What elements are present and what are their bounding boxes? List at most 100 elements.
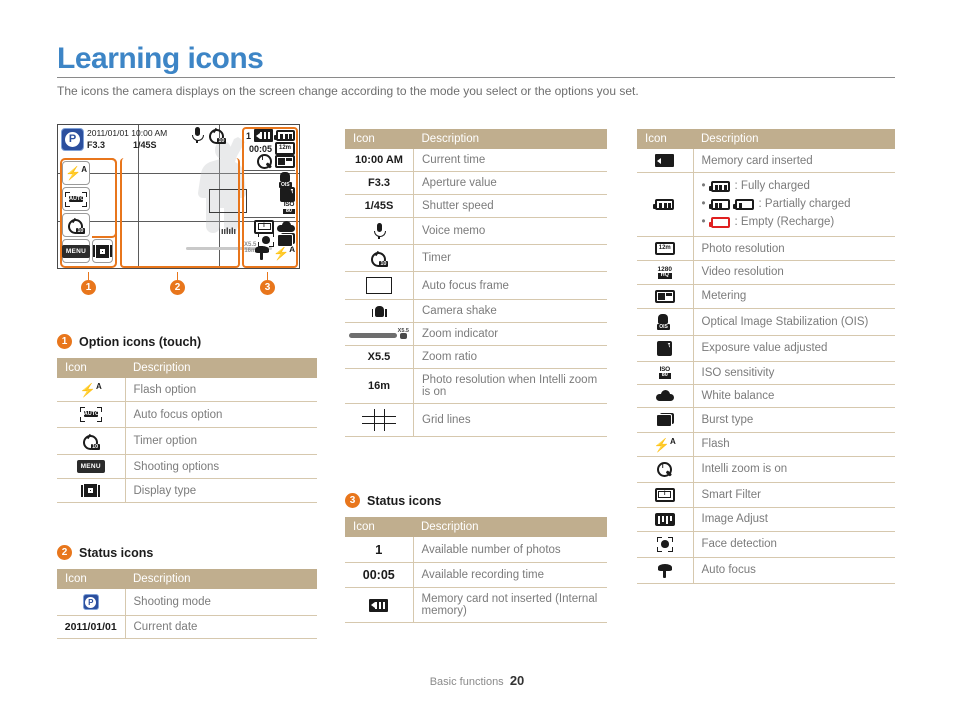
auto-focus-option-icon[interactable]: AUTO (62, 187, 90, 211)
table-row: 10 Timer (345, 244, 607, 272)
row-description: Timer (413, 244, 607, 272)
page-subtitle: The icons the camera displays on the scr… (57, 84, 639, 98)
menu-icon: MENU (57, 454, 126, 480)
voice-memo-icon (191, 127, 204, 143)
row-description: Auto focus frame (413, 271, 607, 300)
table-row: 1280 HQ Video resolution (637, 260, 895, 285)
row-description: Exposure value adjusted (693, 335, 895, 362)
auto-focus-frame-icon (209, 189, 247, 213)
shooting-mode-letter: P (65, 132, 80, 147)
timer-option-icon[interactable]: 10 (62, 213, 90, 237)
table-row: 12m Photo resolution (637, 236, 895, 262)
table-row: Memory card inserted (637, 149, 895, 173)
column-header-icon: Icon (637, 129, 693, 149)
burst-type-icon (277, 232, 295, 247)
table-row: Camera shake (345, 299, 607, 323)
row-description: Photo resolution (693, 236, 895, 262)
flash-icon: ⚡A (637, 432, 694, 457)
auto-focus-icon (254, 245, 270, 260)
table-row: Image Adjust (637, 507, 895, 532)
table-row: MENU Shooting options (57, 454, 317, 480)
row-description: Available recording time (413, 562, 607, 588)
row-description: Auto focus option (125, 401, 317, 429)
row-description: Auto focus (693, 557, 895, 584)
battery-state-full: • : Fully charged (701, 180, 810, 193)
table-row: i Smart Filter (637, 482, 895, 508)
photo-resolution-icon: 12m (275, 142, 295, 155)
table-row: F3.3 Aperture value (345, 171, 607, 195)
white-balance-icon (277, 221, 295, 232)
row-description: Aperture value (413, 171, 607, 195)
table-row: Auto focus (637, 557, 895, 584)
table-row: ⚡A Flash option (57, 378, 317, 403)
column-header-description: Description (413, 517, 607, 537)
flash-icon: ⚡A (273, 244, 295, 261)
table-row: Grid lines (345, 403, 607, 438)
camera-screen-diagram: ıılılı X5.5 16m P 2011/01/01 10:00 AM F3.… (57, 124, 300, 269)
image-adjust-icon (637, 507, 694, 532)
flash-option-icon[interactable]: ⚡A (62, 161, 90, 185)
table-row: i Intelli zoom is on (637, 456, 895, 483)
current-date-text: 2011/01/01 (57, 615, 126, 639)
auto-focus-option-icon: AUTO (57, 401, 126, 429)
row-description: Video resolution (693, 260, 895, 285)
row-description: ISO sensitivity (693, 361, 895, 385)
table-row: Exposure value adjusted (637, 335, 895, 362)
section-heading-status-icons-middle: 3 Status icons (345, 493, 441, 508)
exposure-icon (280, 186, 295, 202)
timer-icon: 10 (209, 127, 226, 144)
battery-full-icon (708, 181, 730, 193)
table-row: X5.5 Zoom indicator (345, 322, 607, 347)
row-description: Zoom indicator (413, 322, 607, 347)
table-row: OIS Optical Image Stabilization (OIS) (637, 308, 895, 336)
row-description: Metering (693, 284, 895, 309)
battery-partial-icon-b (732, 199, 754, 211)
status-icon-column: 1 00:05 12m i OIS ISO80 i (243, 129, 295, 261)
available-photos-overlay: 1 (245, 130, 251, 141)
metering-icon (637, 284, 694, 309)
table-header-row: Icon Description (345, 517, 607, 537)
table-row: Memory card not inserted (Internal memor… (345, 587, 607, 623)
intelli-zoom-icon: i (257, 154, 272, 169)
table-row: White balance (637, 384, 895, 408)
no-memory-card-icon (254, 129, 273, 142)
current-time-text: 10:00 AM (345, 149, 414, 172)
table-row: Display type (57, 478, 317, 504)
recording-time-overlay: 00:05 (248, 143, 272, 154)
column-header-description: Description (413, 129, 607, 149)
column-header-icon: Icon (345, 517, 413, 537)
battery-states-cell: • : Fully charged • : Partially charged … (693, 172, 895, 238)
auto-focus-frame-icon (345, 271, 414, 300)
timer-icon: 10 (345, 244, 414, 272)
auto-focus-icon (637, 557, 694, 584)
no-memory-card-icon (345, 587, 414, 623)
menu-icon[interactable]: MENU (61, 239, 91, 263)
display-type-icon[interactable] (92, 239, 113, 263)
zoom-ratio-text: X5.5 (345, 345, 414, 370)
column-header-icon: Icon (345, 129, 414, 149)
row-description: Memory card not inserted (Internal memor… (413, 587, 607, 623)
section-heading-option-icons: 1 Option icons (touch) (57, 334, 201, 349)
footer-label: Basic functions (429, 676, 504, 688)
page-title: Learning icons (57, 42, 264, 75)
option-icon-column[interactable]: ⚡A AUTO 10 MENU (61, 161, 113, 265)
table-row: ISO 80 ISO sensitivity (637, 361, 895, 385)
table-header-row: Icon Description (345, 129, 607, 149)
battery-state-partial: • : Partially charged (701, 197, 851, 211)
zoom-indicator-icon: X5.5 (345, 322, 414, 347)
row-description: Face detection (693, 531, 895, 558)
table-row: 1/45S Shutter speed (345, 194, 607, 218)
battery-partial-icon-a (708, 199, 730, 211)
grid-lines-icon (345, 403, 414, 438)
table-row: • : Fully charged • : Partially charged … (637, 172, 895, 238)
table-row: 16m Photo resolution when Intelli zoom i… (345, 368, 607, 405)
iso-icon: ISO 80 (637, 361, 694, 385)
column-header-description: Description (125, 569, 317, 589)
photo-resolution-icon: 12m (637, 236, 694, 262)
column-header-description: Description (693, 129, 895, 149)
table-row: 10 Timer option (57, 427, 317, 456)
row-description: White balance (693, 384, 895, 408)
callout-outline-1b (92, 158, 117, 238)
row-description: Flash option (125, 378, 317, 403)
table-header-row: Icon Description (57, 358, 317, 378)
